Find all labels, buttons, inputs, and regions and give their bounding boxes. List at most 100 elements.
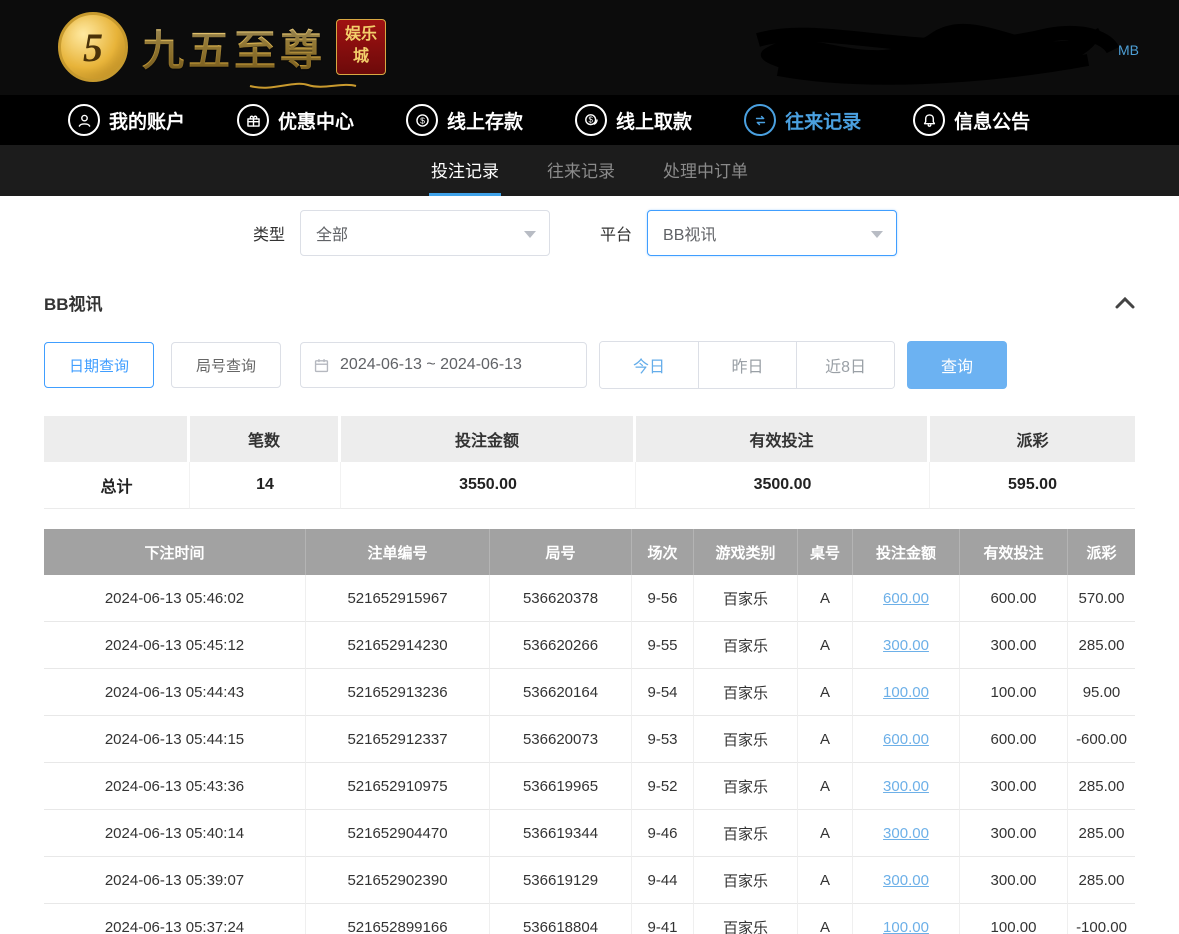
summary-header-row: 笔数 投注金额 有效投注 派彩 (44, 416, 1135, 462)
nav-item-my-account[interactable]: 我的账户 (68, 104, 185, 136)
chevron-down-icon (871, 231, 883, 238)
cell-valid-bet: 300.00 (960, 763, 1068, 810)
cell-session: 9-41 (632, 904, 694, 934)
date-query-button[interactable]: 日期查询 (44, 342, 154, 388)
record-tabs: 投注记录 往来记录 处理中订单 (0, 145, 1179, 196)
bet-amount-link[interactable]: 600.00 (883, 590, 929, 607)
last-8-days-button[interactable]: 近8日 (796, 342, 894, 388)
quick-date-group: 今日 昨日 近8日 (599, 341, 895, 389)
cell-payout: 285.00 (1068, 810, 1135, 857)
cell-round-no: 536619965 (490, 763, 632, 810)
logo-flourish-icon (248, 78, 358, 92)
cell-bet-time: 2024-06-13 05:40:14 (44, 810, 306, 857)
nav-item-withdraw[interactable]: $ 线上取款 (575, 104, 692, 136)
col-table-no: 桌号 (798, 529, 853, 575)
table-row: 2024-06-13 05:46:02 521652915967 5366203… (44, 575, 1135, 622)
summary-col-payout: 派彩 (930, 416, 1135, 462)
cell-session: 9-46 (632, 810, 694, 857)
cell-game-type: 百家乐 (694, 763, 798, 810)
bet-amount-link[interactable]: 300.00 (883, 778, 929, 795)
cell-bet-time: 2024-06-13 05:46:02 (44, 575, 306, 622)
nav-label: 线上存款 (447, 107, 523, 134)
logo[interactable]: 5 九五至尊 娱乐城 (58, 12, 386, 82)
table-row: 2024-06-13 05:45:12 521652914230 5366202… (44, 622, 1135, 669)
bet-amount-link[interactable]: 600.00 (883, 731, 929, 748)
tab-processing-orders[interactable]: 处理中订单 (661, 145, 750, 196)
cell-table-no: A (798, 763, 853, 810)
table-row: 2024-06-13 05:44:43 521652913236 5366201… (44, 669, 1135, 716)
nav-item-records[interactable]: 往来记录 (744, 104, 861, 136)
nav-item-promotions[interactable]: 优惠中心 (237, 104, 354, 136)
cell-session: 9-53 (632, 716, 694, 763)
cell-session: 9-44 (632, 857, 694, 904)
cell-bet-time: 2024-06-13 05:44:43 (44, 669, 306, 716)
gift-icon (237, 104, 269, 136)
table-row: 2024-06-13 05:43:36 521652910975 5366199… (44, 763, 1135, 810)
nav-label: 线上取款 (616, 107, 692, 134)
cell-table-no: A (798, 622, 853, 669)
nav-label: 优惠中心 (278, 107, 354, 134)
user-icon (68, 104, 100, 136)
summary-total-payout: 595.00 (930, 462, 1135, 509)
chevron-up-icon (1115, 296, 1135, 310)
cell-payout: 285.00 (1068, 622, 1135, 669)
cell-order-no: 521652915967 (306, 575, 490, 622)
summary-col-valid: 有效投注 (636, 416, 930, 462)
cell-bet-time: 2024-06-13 05:43:36 (44, 763, 306, 810)
svg-text:$: $ (588, 115, 593, 124)
summary-total-label: 总计 (44, 462, 190, 509)
cell-game-type: 百家乐 (694, 857, 798, 904)
cell-order-no: 521652912337 (306, 716, 490, 763)
cell-payout: 95.00 (1068, 669, 1135, 716)
today-button[interactable]: 今日 (600, 342, 698, 388)
coin-withdraw-icon: $ (575, 104, 607, 136)
section-head: BB视讯 (44, 290, 1135, 315)
summary-total-valid: 3500.00 (636, 462, 930, 509)
tab-bet-records[interactable]: 投注记录 (429, 145, 501, 196)
type-select[interactable]: 全部 (300, 210, 550, 256)
query-controls: 日期查询 局号查询 2024-06-13 ~ 2024-06-13 今日 昨日 … (44, 341, 1179, 389)
cell-valid-bet: 600.00 (960, 575, 1068, 622)
cell-table-no: A (798, 669, 853, 716)
cell-round-no: 536620266 (490, 622, 632, 669)
cell-round-no: 536620378 (490, 575, 632, 622)
round-query-button[interactable]: 局号查询 (171, 342, 281, 388)
summary-total-count: 14 (190, 462, 341, 509)
platform-select-value: BB视讯 (663, 221, 716, 245)
type-filter-label: 类型 (253, 221, 285, 245)
cell-round-no: 536620164 (490, 669, 632, 716)
bet-amount-link[interactable]: 100.00 (883, 919, 929, 934)
transfer-records-icon (744, 104, 776, 136)
cell-order-no: 521652904470 (306, 810, 490, 857)
cell-order-no: 521652910975 (306, 763, 490, 810)
collapse-section-button[interactable] (1115, 296, 1135, 310)
bet-amount-link[interactable]: 300.00 (883, 637, 929, 654)
bet-amount-link[interactable]: 300.00 (883, 825, 929, 842)
nav-item-deposit[interactable]: $ 线上存款 (406, 104, 523, 136)
summary-col-count: 笔数 (190, 416, 341, 462)
cell-payout: -600.00 (1068, 716, 1135, 763)
table-header-row: 下注时间 注单编号 局号 场次 游戏类别 桌号 投注金额 有效投注 派彩 (44, 529, 1135, 575)
search-button[interactable]: 查询 (907, 341, 1007, 389)
cell-table-no: A (798, 857, 853, 904)
cell-table-no: A (798, 575, 853, 622)
table-row: 2024-06-13 05:39:07 521652902390 5366191… (44, 857, 1135, 904)
date-range-input[interactable]: 2024-06-13 ~ 2024-06-13 (300, 342, 587, 388)
platform-select[interactable]: BB视讯 (647, 210, 897, 256)
cell-bet-time: 2024-06-13 05:45:12 (44, 622, 306, 669)
nav-item-announcements[interactable]: 信息公告 (913, 104, 1030, 136)
svg-text:$: $ (420, 115, 425, 125)
cell-valid-bet: 100.00 (960, 669, 1068, 716)
table-row: 2024-06-13 05:44:15 521652912337 5366200… (44, 716, 1135, 763)
yesterday-button[interactable]: 昨日 (698, 342, 796, 388)
bet-table-body: 2024-06-13 05:46:02 521652915967 5366203… (44, 575, 1135, 934)
bet-amount-link[interactable]: 300.00 (883, 872, 929, 889)
cell-payout: -100.00 (1068, 904, 1135, 934)
cell-payout: 285.00 (1068, 857, 1135, 904)
summary-col-bet: 投注金额 (341, 416, 636, 462)
cell-game-type: 百家乐 (694, 669, 798, 716)
cell-game-type: 百家乐 (694, 904, 798, 934)
bet-amount-link[interactable]: 100.00 (883, 684, 929, 701)
cell-valid-bet: 600.00 (960, 716, 1068, 763)
tab-transfer-records[interactable]: 往来记录 (545, 145, 617, 196)
